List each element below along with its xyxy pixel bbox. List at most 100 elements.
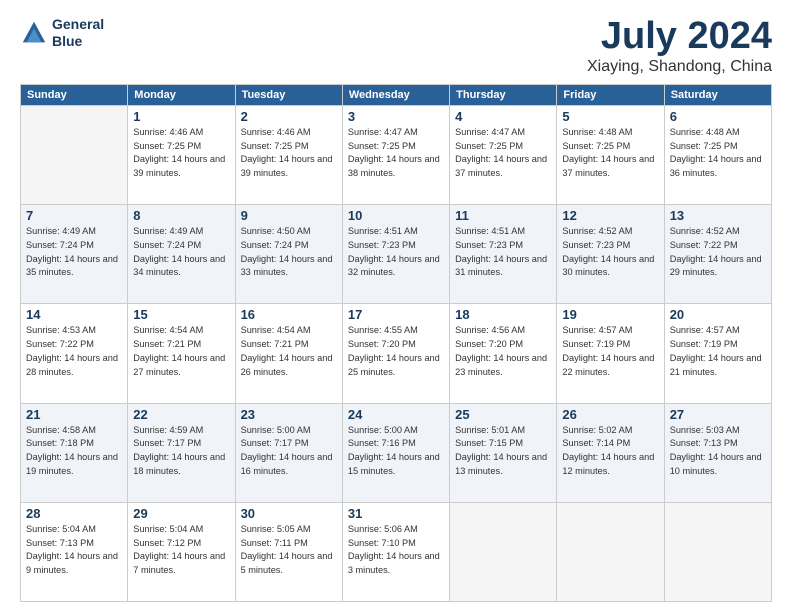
logo: General Blue — [20, 16, 104, 50]
day-info: Sunrise: 4:51 AMSunset: 7:23 PMDaylight:… — [348, 226, 440, 277]
calendar-day-cell: 27 Sunrise: 5:03 AMSunset: 7:13 PMDaylig… — [664, 403, 771, 502]
day-number: 13 — [670, 208, 766, 223]
calendar-day-cell: 6 Sunrise: 4:48 AMSunset: 7:25 PMDayligh… — [664, 105, 771, 204]
day-number: 18 — [455, 307, 551, 322]
calendar-day-cell: 30 Sunrise: 5:05 AMSunset: 7:11 PMDaylig… — [235, 502, 342, 601]
day-number: 9 — [241, 208, 337, 223]
day-number: 14 — [26, 307, 122, 322]
calendar-week-row: 1 Sunrise: 4:46 AMSunset: 7:25 PMDayligh… — [21, 105, 772, 204]
logo-text: General Blue — [52, 16, 104, 50]
weekday-header-cell: Friday — [557, 84, 664, 105]
day-info: Sunrise: 4:51 AMSunset: 7:23 PMDaylight:… — [455, 226, 547, 277]
day-info: Sunrise: 4:52 AMSunset: 7:23 PMDaylight:… — [562, 226, 654, 277]
calendar-day-cell — [664, 502, 771, 601]
day-info: Sunrise: 4:57 AMSunset: 7:19 PMDaylight:… — [670, 325, 762, 376]
day-number: 27 — [670, 407, 766, 422]
calendar-day-cell — [557, 502, 664, 601]
day-info: Sunrise: 5:01 AMSunset: 7:15 PMDaylight:… — [455, 425, 547, 476]
header: General Blue July 2024 Xiaying, Shandong… — [20, 16, 772, 76]
day-info: Sunrise: 4:50 AMSunset: 7:24 PMDaylight:… — [241, 226, 333, 277]
weekday-header-cell: Tuesday — [235, 84, 342, 105]
day-number: 28 — [26, 506, 122, 521]
calendar-day-cell: 3 Sunrise: 4:47 AMSunset: 7:25 PMDayligh… — [342, 105, 449, 204]
day-info: Sunrise: 4:59 AMSunset: 7:17 PMDaylight:… — [133, 425, 225, 476]
calendar-table: SundayMondayTuesdayWednesdayThursdayFrid… — [20, 84, 772, 602]
day-number: 29 — [133, 506, 229, 521]
calendar-week-row: 21 Sunrise: 4:58 AMSunset: 7:18 PMDaylig… — [21, 403, 772, 502]
calendar-day-cell: 22 Sunrise: 4:59 AMSunset: 7:17 PMDaylig… — [128, 403, 235, 502]
calendar-day-cell: 17 Sunrise: 4:55 AMSunset: 7:20 PMDaylig… — [342, 304, 449, 403]
logo-icon — [20, 19, 48, 47]
day-info: Sunrise: 5:04 AMSunset: 7:12 PMDaylight:… — [133, 524, 225, 575]
calendar-day-cell: 31 Sunrise: 5:06 AMSunset: 7:10 PMDaylig… — [342, 502, 449, 601]
day-number: 21 — [26, 407, 122, 422]
day-number: 2 — [241, 109, 337, 124]
location-title: Xiaying, Shandong, China — [587, 58, 772, 76]
calendar-day-cell: 11 Sunrise: 4:51 AMSunset: 7:23 PMDaylig… — [450, 205, 557, 304]
calendar-day-cell: 9 Sunrise: 4:50 AMSunset: 7:24 PMDayligh… — [235, 205, 342, 304]
calendar-day-cell: 16 Sunrise: 4:54 AMSunset: 7:21 PMDaylig… — [235, 304, 342, 403]
day-info: Sunrise: 5:02 AMSunset: 7:14 PMDaylight:… — [562, 425, 654, 476]
weekday-header-cell: Wednesday — [342, 84, 449, 105]
calendar-day-cell: 10 Sunrise: 4:51 AMSunset: 7:23 PMDaylig… — [342, 205, 449, 304]
weekday-header-cell: Sunday — [21, 84, 128, 105]
day-info: Sunrise: 5:04 AMSunset: 7:13 PMDaylight:… — [26, 524, 118, 575]
day-number: 3 — [348, 109, 444, 124]
day-info: Sunrise: 4:47 AMSunset: 7:25 PMDaylight:… — [348, 127, 440, 178]
calendar-week-row: 28 Sunrise: 5:04 AMSunset: 7:13 PMDaylig… — [21, 502, 772, 601]
day-number: 10 — [348, 208, 444, 223]
weekday-header-row: SundayMondayTuesdayWednesdayThursdayFrid… — [21, 84, 772, 105]
calendar-day-cell: 15 Sunrise: 4:54 AMSunset: 7:21 PMDaylig… — [128, 304, 235, 403]
day-info: Sunrise: 4:58 AMSunset: 7:18 PMDaylight:… — [26, 425, 118, 476]
day-number: 11 — [455, 208, 551, 223]
calendar-day-cell: 19 Sunrise: 4:57 AMSunset: 7:19 PMDaylig… — [557, 304, 664, 403]
day-info: Sunrise: 4:53 AMSunset: 7:22 PMDaylight:… — [26, 325, 118, 376]
title-block: July 2024 Xiaying, Shandong, China — [587, 16, 772, 76]
day-info: Sunrise: 5:00 AMSunset: 7:16 PMDaylight:… — [348, 425, 440, 476]
calendar-week-row: 14 Sunrise: 4:53 AMSunset: 7:22 PMDaylig… — [21, 304, 772, 403]
weekday-header-cell: Monday — [128, 84, 235, 105]
day-number: 7 — [26, 208, 122, 223]
calendar-day-cell: 25 Sunrise: 5:01 AMSunset: 7:15 PMDaylig… — [450, 403, 557, 502]
calendar-day-cell: 29 Sunrise: 5:04 AMSunset: 7:12 PMDaylig… — [128, 502, 235, 601]
day-info: Sunrise: 4:56 AMSunset: 7:20 PMDaylight:… — [455, 325, 547, 376]
day-number: 26 — [562, 407, 658, 422]
day-info: Sunrise: 5:00 AMSunset: 7:17 PMDaylight:… — [241, 425, 333, 476]
month-title: July 2024 — [587, 16, 772, 58]
day-number: 1 — [133, 109, 229, 124]
day-info: Sunrise: 5:05 AMSunset: 7:11 PMDaylight:… — [241, 524, 333, 575]
day-number: 31 — [348, 506, 444, 521]
day-info: Sunrise: 4:46 AMSunset: 7:25 PMDaylight:… — [241, 127, 333, 178]
day-info: Sunrise: 4:48 AMSunset: 7:25 PMDaylight:… — [670, 127, 762, 178]
day-number: 15 — [133, 307, 229, 322]
calendar-day-cell: 23 Sunrise: 5:00 AMSunset: 7:17 PMDaylig… — [235, 403, 342, 502]
calendar-day-cell: 5 Sunrise: 4:48 AMSunset: 7:25 PMDayligh… — [557, 105, 664, 204]
day-info: Sunrise: 4:46 AMSunset: 7:25 PMDaylight:… — [133, 127, 225, 178]
day-info: Sunrise: 4:47 AMSunset: 7:25 PMDaylight:… — [455, 127, 547, 178]
day-info: Sunrise: 4:49 AMSunset: 7:24 PMDaylight:… — [133, 226, 225, 277]
weekday-header-cell: Saturday — [664, 84, 771, 105]
calendar-day-cell: 21 Sunrise: 4:58 AMSunset: 7:18 PMDaylig… — [21, 403, 128, 502]
day-number: 20 — [670, 307, 766, 322]
calendar-day-cell — [450, 502, 557, 601]
calendar-day-cell: 7 Sunrise: 4:49 AMSunset: 7:24 PMDayligh… — [21, 205, 128, 304]
day-info: Sunrise: 4:48 AMSunset: 7:25 PMDaylight:… — [562, 127, 654, 178]
day-number: 19 — [562, 307, 658, 322]
day-info: Sunrise: 5:06 AMSunset: 7:10 PMDaylight:… — [348, 524, 440, 575]
day-info: Sunrise: 4:49 AMSunset: 7:24 PMDaylight:… — [26, 226, 118, 277]
day-info: Sunrise: 4:57 AMSunset: 7:19 PMDaylight:… — [562, 325, 654, 376]
calendar-day-cell: 24 Sunrise: 5:00 AMSunset: 7:16 PMDaylig… — [342, 403, 449, 502]
day-number: 23 — [241, 407, 337, 422]
day-number: 17 — [348, 307, 444, 322]
day-number: 4 — [455, 109, 551, 124]
calendar-day-cell: 12 Sunrise: 4:52 AMSunset: 7:23 PMDaylig… — [557, 205, 664, 304]
calendar-body: 1 Sunrise: 4:46 AMSunset: 7:25 PMDayligh… — [21, 105, 772, 601]
calendar-day-cell: 26 Sunrise: 5:02 AMSunset: 7:14 PMDaylig… — [557, 403, 664, 502]
page: General Blue July 2024 Xiaying, Shandong… — [0, 0, 792, 612]
calendar-day-cell — [21, 105, 128, 204]
day-number: 16 — [241, 307, 337, 322]
day-number: 22 — [133, 407, 229, 422]
day-info: Sunrise: 4:55 AMSunset: 7:20 PMDaylight:… — [348, 325, 440, 376]
day-info: Sunrise: 4:54 AMSunset: 7:21 PMDaylight:… — [241, 325, 333, 376]
day-number: 30 — [241, 506, 337, 521]
